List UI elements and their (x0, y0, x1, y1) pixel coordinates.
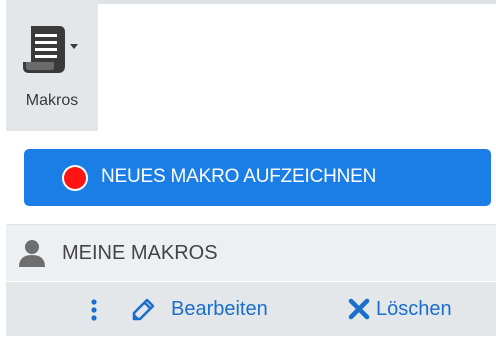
my-macros-header: MEINE MAKROS (6, 224, 496, 281)
x-icon (348, 298, 370, 320)
macros-ribbon-button[interactable]: Makros (6, 0, 98, 131)
pencil-icon (132, 298, 155, 320)
delete-macro-button[interactable]: Löschen (348, 295, 452, 323)
record-new-macro-button[interactable]: NEUES MAKRO AUFZEICHNEN (24, 149, 491, 206)
macro-actions-bar: Bearbeiten Löschen (6, 282, 496, 336)
scroll-dropdown-icon (19, 22, 81, 78)
record-new-macro-label: NEUES MAKRO AUFZEICHNEN (101, 166, 377, 187)
my-macros-title: MEINE MAKROS (62, 242, 218, 264)
macros-ribbon-label: Makros (25, 92, 79, 109)
kebab-menu-icon[interactable] (90, 299, 98, 321)
edit-label: Bearbeiten (171, 298, 268, 320)
delete-label: Löschen (376, 298, 452, 320)
edit-macro-button[interactable]: Bearbeiten (132, 295, 268, 323)
top-divider (98, 0, 496, 4)
record-dot-icon (64, 167, 86, 189)
user-icon (18, 239, 46, 267)
